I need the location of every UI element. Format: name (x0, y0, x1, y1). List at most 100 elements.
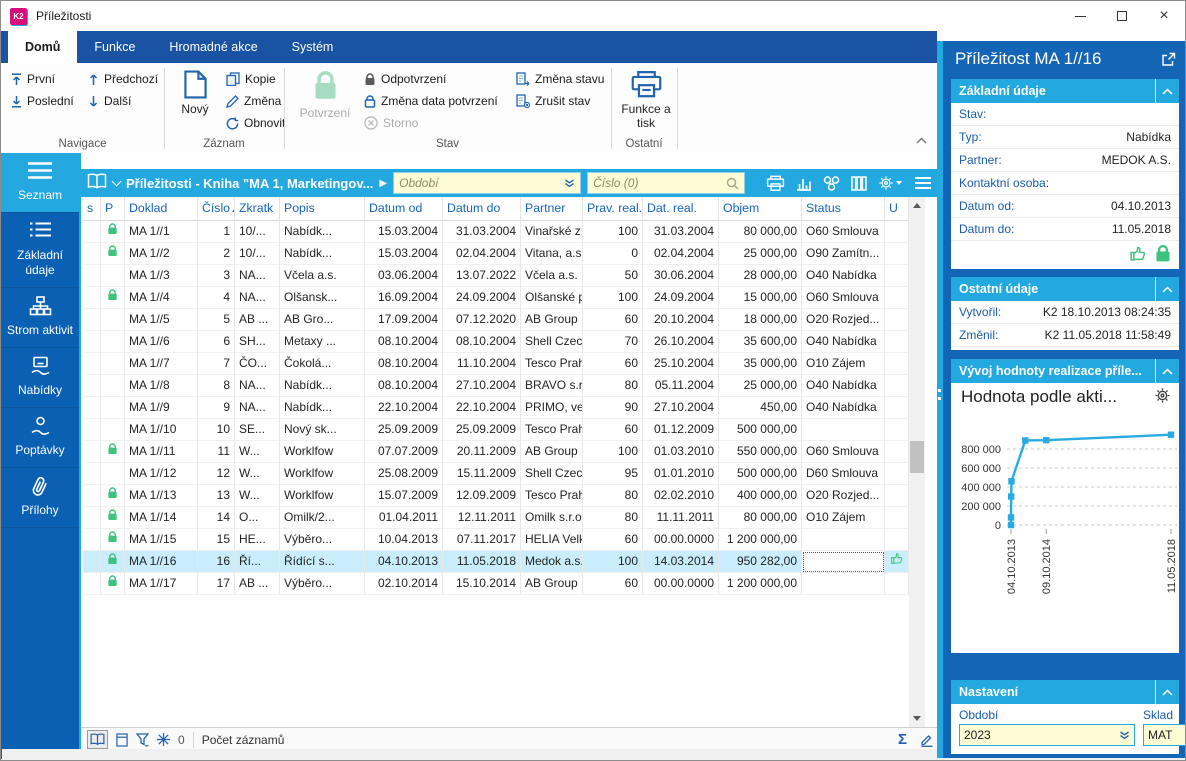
cell-partner[interactable]: HELIA Velk... (521, 529, 583, 551)
cell-partner[interactable]: Omilk s.r.o (521, 507, 583, 529)
cell-cislo[interactable]: 8 (198, 375, 235, 397)
table-row[interactable]: MA 1//7 7 ČO... Čokolá... 08.10.2004 11.… (83, 353, 909, 375)
table-row[interactable]: MA 1//8 8 NA... Nabídk... 08.10.2004 27.… (83, 375, 909, 397)
column-header[interactable]: Objem (719, 197, 802, 221)
cell-dat-real[interactable]: 02.02.2010 (643, 485, 719, 507)
cell-objem[interactable]: 1 200 000,00 (719, 529, 802, 551)
cell-prav-real[interactable]: 50 (583, 265, 643, 287)
chart-settings-gear-icon[interactable] (1154, 387, 1171, 407)
cell-datum-od[interactable]: 08.10.2004 (365, 353, 443, 375)
cell-status[interactable]: O40 Nabídka (802, 375, 885, 397)
cell-prav-real[interactable]: 0 (583, 243, 643, 265)
cell-doklad[interactable]: MA 1//11 (125, 441, 198, 463)
print-icon[interactable] (766, 175, 785, 192)
cell-datum-od[interactable]: 02.10.2014 (365, 573, 443, 595)
cell-dat-real[interactable]: 30.06.2004 (643, 265, 719, 287)
cell-datum-od[interactable]: 16.09.2004 (365, 287, 443, 309)
cell-cislo[interactable]: 14 (198, 507, 235, 529)
table-row[interactable]: MA 1//12 12 W... Worklfow 25.08.2009 15.… (83, 463, 909, 485)
unconfirm-button[interactable]: Odpotvrzení (360, 69, 450, 89)
cell-datum-do[interactable]: 13.07.2022 (443, 265, 521, 287)
table-row[interactable]: MA 1//17 17 AB ... Výběro... 02.10.2014 … (83, 573, 909, 595)
cell-datum-od[interactable]: 25.08.2009 (365, 463, 443, 485)
sidebar-item-nabidky[interactable]: Nabídky (1, 348, 79, 408)
cell-partner[interactable]: Vitana, a.s. (521, 243, 583, 265)
ribbon-tab[interactable]: Funkce (77, 31, 152, 63)
cell-objem[interactable]: 28 000,00 (719, 265, 802, 287)
cell-dat-real[interactable]: 20.10.2004 (643, 309, 719, 331)
table-row[interactable]: MA 1//1 1 10/... Nabídk... 15.03.2004 31… (83, 221, 909, 243)
cell-dat-real[interactable]: 26.10.2004 (643, 331, 719, 353)
cell-doklad[interactable]: MA 1//2 (125, 243, 198, 265)
cell-datum-od[interactable]: 25.09.2009 (365, 419, 443, 441)
open-in-window-icon[interactable] (1161, 52, 1176, 70)
cell-datum-od[interactable]: 07.07.2009 (365, 441, 443, 463)
sidebar-item-seznam[interactable]: Seznam (1, 153, 79, 213)
cell-status[interactable]: O40 Nabídka (802, 397, 885, 419)
cell-popis[interactable]: Nabídk... (280, 221, 365, 243)
table-row[interactable]: MA 1//3 3 NA... Včela a.s. 03.06.2004 13… (83, 265, 909, 287)
cell-status[interactable]: O40 Nabídka (802, 331, 885, 353)
functions-print-button[interactable]: Funkce a tisk (619, 66, 673, 139)
number-search-input[interactable] (593, 176, 722, 190)
cell-prav-real[interactable]: 60 (583, 573, 643, 595)
cell-datum-do[interactable]: 27.10.2004 (443, 375, 521, 397)
chevron-down-icon[interactable] (112, 176, 122, 186)
column-header[interactable]: Datum od (365, 197, 443, 221)
cell-prav-real[interactable]: 90 (583, 397, 643, 419)
last-button[interactable]: Poslední (7, 91, 78, 111)
sum-button[interactable]: Σ (898, 731, 907, 748)
cell-doklad[interactable]: MA 1//4 (125, 287, 198, 309)
cell-objem[interactable]: 80 000,00 (719, 221, 802, 243)
ribbon-tab[interactable]: Domů (8, 31, 77, 63)
cell-status[interactable] (802, 551, 885, 573)
table-row[interactable]: MA 1//11 11 W... Worklfow 07.07.2009 20.… (83, 441, 909, 463)
ribbon-tab[interactable]: Hromadné akce (152, 31, 274, 63)
cell-datum-od[interactable]: 10.04.2013 (365, 529, 443, 551)
cell-datum-od[interactable]: 04.10.2013 (365, 551, 443, 573)
minimize-button[interactable] (1059, 1, 1101, 31)
cell-partner[interactable]: Tesco Praha (521, 485, 583, 507)
cell-datum-od[interactable]: 17.09.2004 (365, 309, 443, 331)
book-icon[interactable] (87, 173, 107, 193)
table-row[interactable]: MA 1//13 13 W... Worklfow 15.07.2009 12.… (83, 485, 909, 507)
first-button[interactable]: První (7, 69, 59, 89)
workflow-icon[interactable] (823, 176, 840, 191)
cell-popis[interactable]: Výběro... (280, 529, 365, 551)
cell-datum-do[interactable]: 11.10.2004 (443, 353, 521, 375)
cell-datum-do[interactable]: 12.11.2011 (443, 507, 521, 529)
cell-dat-real[interactable]: 27.10.2004 (643, 397, 719, 419)
cell-popis[interactable]: Worklfow (280, 441, 365, 463)
cell-doklad[interactable]: MA 1//17 (125, 573, 198, 595)
cell-datum-od[interactable]: 22.10.2004 (365, 397, 443, 419)
column-header[interactable]: P (101, 197, 125, 221)
cell-dat-real[interactable]: 25.10.2004 (643, 353, 719, 375)
cell-cislo[interactable]: 3 (198, 265, 235, 287)
cell-status[interactable]: O20 Rozjed... (802, 309, 885, 331)
expand-book-icon[interactable]: ▶ (379, 178, 387, 189)
panel-splitter[interactable] (938, 389, 941, 405)
cell-dat-real[interactable]: 01.12.2009 (643, 419, 719, 441)
column-header[interactable]: Zkratk (235, 197, 280, 221)
change-state-button[interactable]: Změna stavu (512, 69, 608, 89)
cell-objem[interactable]: 550 000,00 (719, 441, 802, 463)
combo-dropdown-icon[interactable] (564, 179, 575, 188)
cell-prav-real[interactable]: 60 (583, 529, 643, 551)
cell-objem[interactable]: 80 000,00 (719, 507, 802, 529)
cell-datum-do[interactable]: 25.09.2009 (443, 419, 521, 441)
cell-prav-real[interactable]: 70 (583, 331, 643, 353)
cell-partner[interactable]: Shell Czech... (521, 463, 583, 485)
cell-popis[interactable]: Worklfow (280, 463, 365, 485)
cell-zkratka[interactable]: NA... (235, 397, 280, 419)
cell-zkratka[interactable]: AB ... (235, 309, 280, 331)
cell-datum-od[interactable]: 01.04.2011 (365, 507, 443, 529)
cell-prav-real[interactable]: 95 (583, 463, 643, 485)
table-row[interactable]: MA 1//9 9 NA... Nabídk... 22.10.2004 22.… (83, 397, 909, 419)
cell-popis[interactable]: Včela a.s. (280, 265, 365, 287)
warehouse-value-input[interactable] (1148, 728, 1186, 742)
column-header[interactable]: U (885, 197, 909, 221)
cell-zkratka[interactable]: 10/... (235, 243, 280, 265)
cell-popis[interactable]: Worklfow (280, 485, 365, 507)
cell-dat-real[interactable]: 24.09.2004 (643, 287, 719, 309)
cell-prav-real[interactable]: 100 (583, 551, 643, 573)
